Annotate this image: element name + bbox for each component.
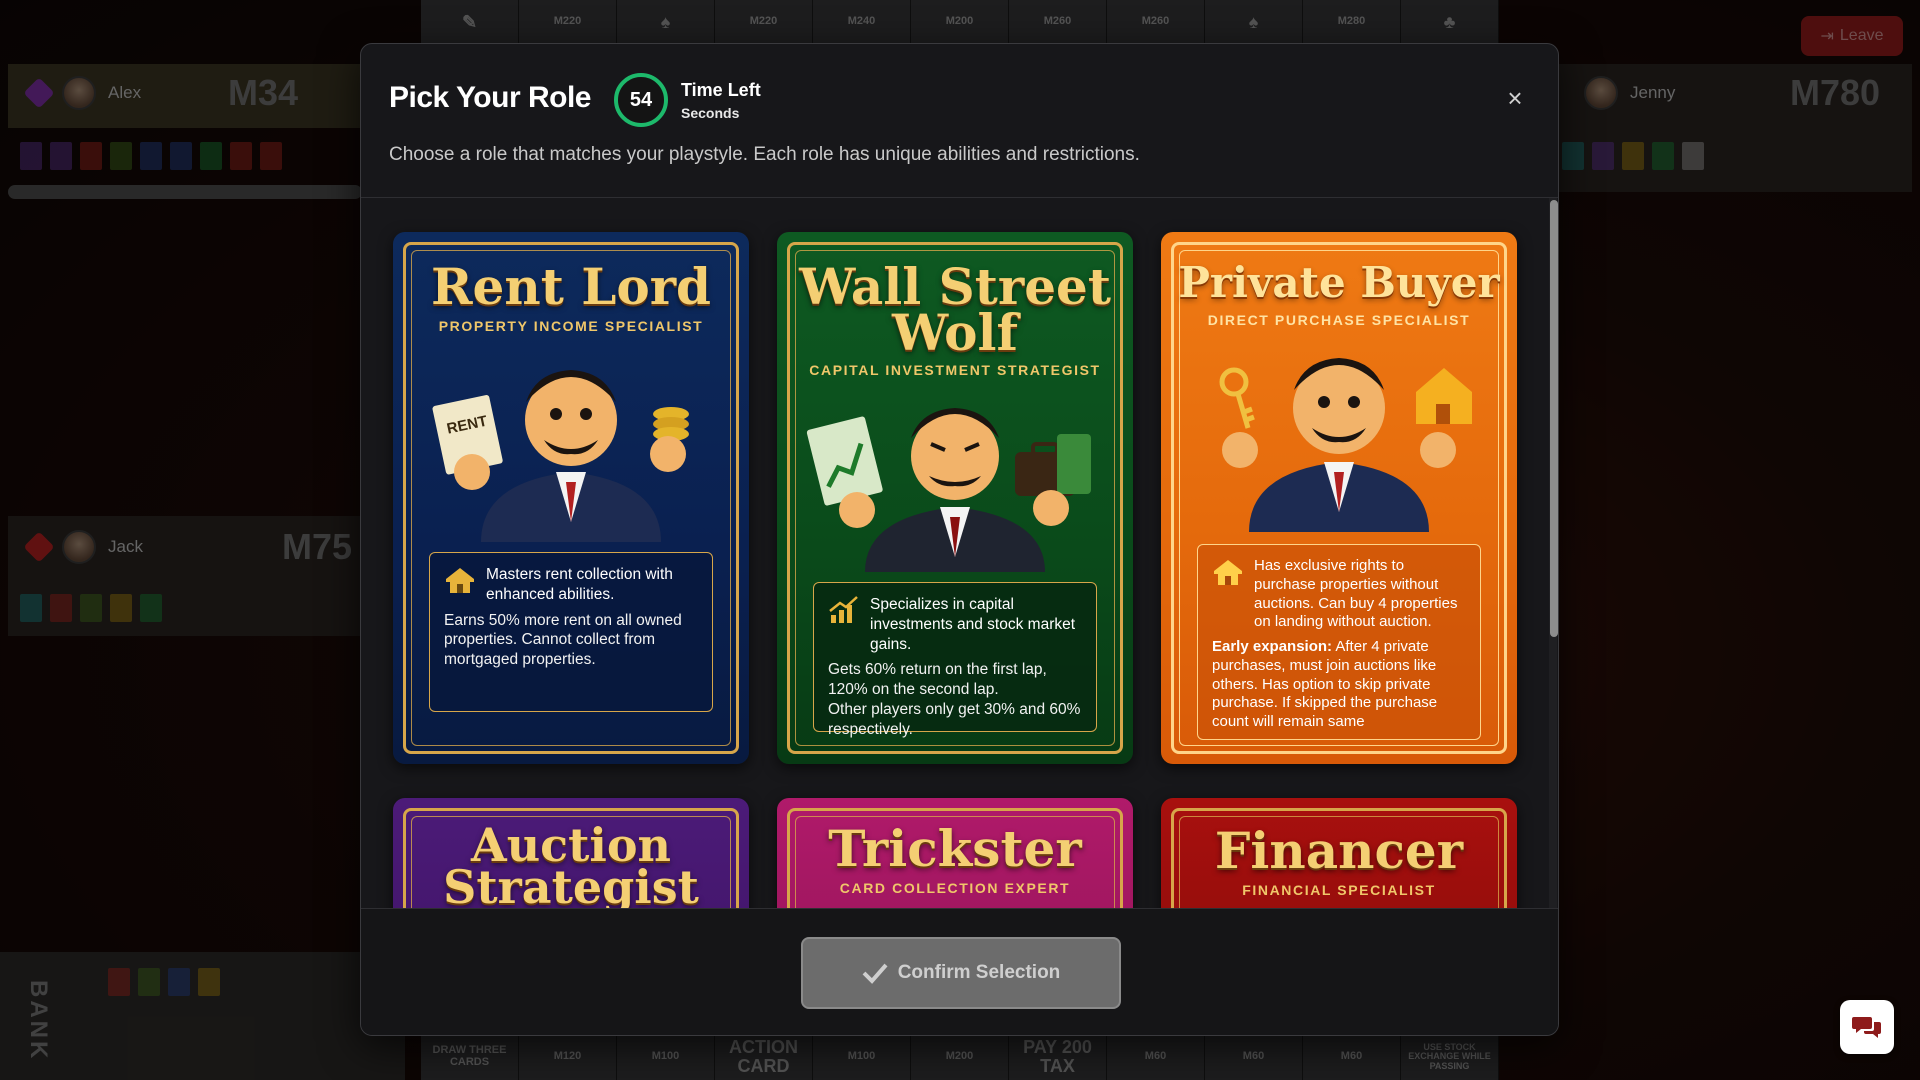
timer-label: Time Left xyxy=(681,80,761,100)
role-description: Masters rent collection with enhanced ab… xyxy=(429,552,713,712)
role-ability-detail: Earns 50% more rent on all owned propert… xyxy=(444,611,682,669)
confirm-selection-button[interactable]: Confirm Selection xyxy=(801,937,1121,1009)
role-subtitle: CARD COLLECTION EXPERT xyxy=(839,880,1071,896)
role-subtitle: FINANCIAL SPECIALIST xyxy=(1242,882,1436,898)
roles-scroll-area[interactable]: Rent Lord PROPERTY INCOME SPECIALIST REN… xyxy=(361,198,1551,908)
role-subtitle: DIRECT PURCHASE SPECIALIST xyxy=(1207,312,1471,328)
confirm-label: Confirm Selection xyxy=(897,962,1061,983)
role-card-wall-street-wolf[interactable]: Wall Street Wolf CAPITAL INVESTMENT STRA… xyxy=(777,232,1133,764)
private-buyer-portrait-icon xyxy=(1219,358,1472,532)
pick-role-modal: Pick Your Role 54 Time Left Seconds × Ch… xyxy=(360,43,1559,1036)
role-card-private-buyer[interactable]: Private Buyer DIRECT PURCHASE SPECIALIST xyxy=(1161,232,1517,764)
countdown-timer: 54 xyxy=(614,73,668,127)
modal-title: Pick Your Role xyxy=(389,81,591,114)
close-icon: × xyxy=(1507,83,1523,113)
rent-lord-portrait-icon: RENT xyxy=(432,370,689,542)
role-description: Specializes in capital investments and s… xyxy=(813,582,1097,738)
chat-button[interactable] xyxy=(1840,1000,1894,1054)
chat-icon xyxy=(1852,1017,1881,1038)
role-title-line2: Strategist xyxy=(443,860,699,908)
role-subtitle: PROPERTY INCOME SPECIALIST xyxy=(438,318,704,334)
close-button[interactable]: × xyxy=(1501,84,1529,112)
timer-unit: Seconds xyxy=(681,105,740,121)
role-ability-headline: Has exclusive rights to purchase propert… xyxy=(1254,557,1458,631)
house-coin-icon xyxy=(446,568,474,593)
role-title: Rent Lord xyxy=(430,257,712,316)
modal-footer: Confirm Selection xyxy=(361,908,1558,1035)
checkmark-icon xyxy=(862,963,888,984)
role-note-label: Early expansion: xyxy=(1212,638,1333,655)
role-ability-headline: Masters rent collection with enhanced ab… xyxy=(486,566,673,603)
role-card-financer[interactable]: Financer FINANCIAL SPECIALIST xyxy=(1161,798,1517,908)
modal-subtitle: Choose a role that matches your playstyl… xyxy=(389,144,1140,165)
role-ability-headline: Specializes in capital investments and s… xyxy=(870,596,1076,653)
house-icon xyxy=(1214,560,1242,585)
role-title: Financer xyxy=(1214,821,1464,880)
role-ability-detail: Gets 60% return on the first lap, 120% o… xyxy=(828,661,1047,699)
role-title: Private Buyer xyxy=(1178,258,1500,307)
role-description: Has exclusive rights to purchase propert… xyxy=(1197,544,1481,740)
role-title-line2: Wolf xyxy=(892,303,1018,362)
role-ability-note: Other players only get 30% and 60% respe… xyxy=(828,701,1081,738)
role-card-rent-lord[interactable]: Rent Lord PROPERTY INCOME SPECIALIST REN… xyxy=(393,232,749,764)
growth-chart-icon xyxy=(829,596,858,623)
modal-header: Pick Your Role 54 Time Left Seconds × Ch… xyxy=(361,44,1558,198)
role-card-auction-strategist[interactable]: Auction Strategist xyxy=(393,798,749,908)
role-subtitle: CAPITAL INVESTMENT STRATEGIST xyxy=(809,362,1101,378)
role-card-trickster[interactable]: Trickster CARD COLLECTION EXPERT xyxy=(777,798,1133,908)
scrollbar-thumb[interactable] xyxy=(1550,200,1558,637)
role-title: Trickster xyxy=(828,819,1082,878)
wall-street-wolf-portrait-icon xyxy=(806,408,1091,572)
